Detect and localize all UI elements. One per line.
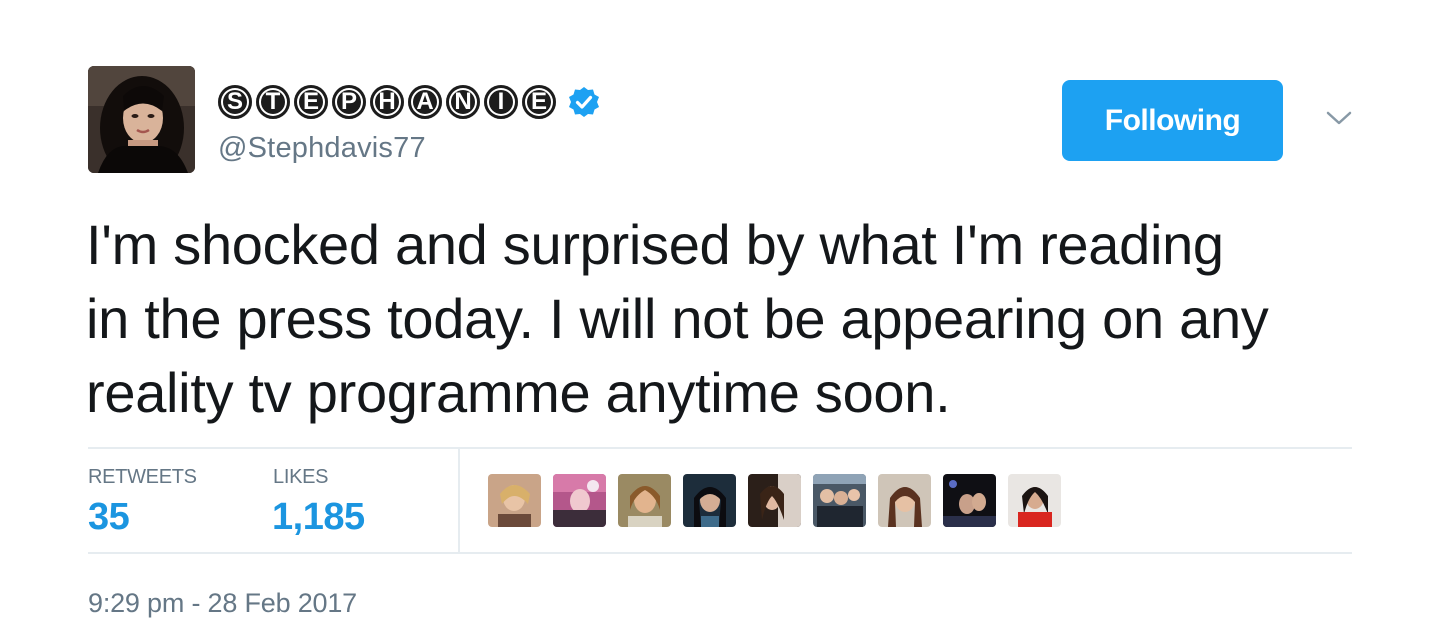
- liker-avatar[interactable]: [813, 474, 866, 527]
- display-name-letter: H: [370, 85, 404, 119]
- verified-badge-icon: [569, 87, 599, 117]
- divider: [88, 447, 1352, 449]
- display-name-letter: I: [484, 85, 518, 119]
- liker-avatar[interactable]: [878, 474, 931, 527]
- display-name-letter: S: [218, 85, 252, 119]
- display-name-letter: N: [446, 85, 480, 119]
- retweets-label: RETWEETS: [88, 466, 197, 488]
- tweet-card: S T E P H A N I E @Stephdavis77 Followin…: [0, 0, 1440, 632]
- display-name[interactable]: S T E P H A N I E: [218, 80, 600, 124]
- chevron-down-icon[interactable]: [1322, 106, 1356, 130]
- display-name-letter: A: [408, 85, 442, 119]
- avatar[interactable]: [88, 66, 195, 173]
- liker-avatar[interactable]: [943, 474, 996, 527]
- liker-avatar[interactable]: [683, 474, 736, 527]
- display-name-letter: P: [332, 85, 366, 119]
- liker-avatar[interactable]: [553, 474, 606, 527]
- liker-avatar[interactable]: [488, 474, 541, 527]
- tweet-text-line: reality tv programme anytime soon.: [86, 361, 951, 424]
- tweet-text-line: in the press today. I will not be appear…: [86, 287, 1269, 350]
- retweets-count[interactable]: 35: [88, 496, 130, 539]
- tweet-text-line: I'm shocked and surprised by what I'm re…: [86, 213, 1224, 276]
- liker-avatar[interactable]: [1008, 474, 1061, 527]
- likes-count[interactable]: 1,185: [272, 496, 365, 539]
- likes-label: LIKES: [273, 466, 329, 488]
- divider: [88, 552, 1352, 554]
- display-name-letter: E: [294, 85, 328, 119]
- display-name-letter: E: [522, 85, 556, 119]
- liker-avatar[interactable]: [618, 474, 671, 527]
- following-button[interactable]: Following: [1062, 80, 1283, 161]
- liker-avatar[interactable]: [748, 474, 801, 527]
- stats-divider: [458, 449, 460, 552]
- user-handle[interactable]: @Stephdavis77: [218, 132, 426, 165]
- likers-avatars: [488, 474, 1061, 527]
- tweet-text: I'm shocked and surprised by what I'm re…: [86, 208, 1376, 430]
- display-name-letter: T: [256, 85, 290, 119]
- tweet-timestamp[interactable]: 9:29 pm - 28 Feb 2017: [88, 588, 357, 619]
